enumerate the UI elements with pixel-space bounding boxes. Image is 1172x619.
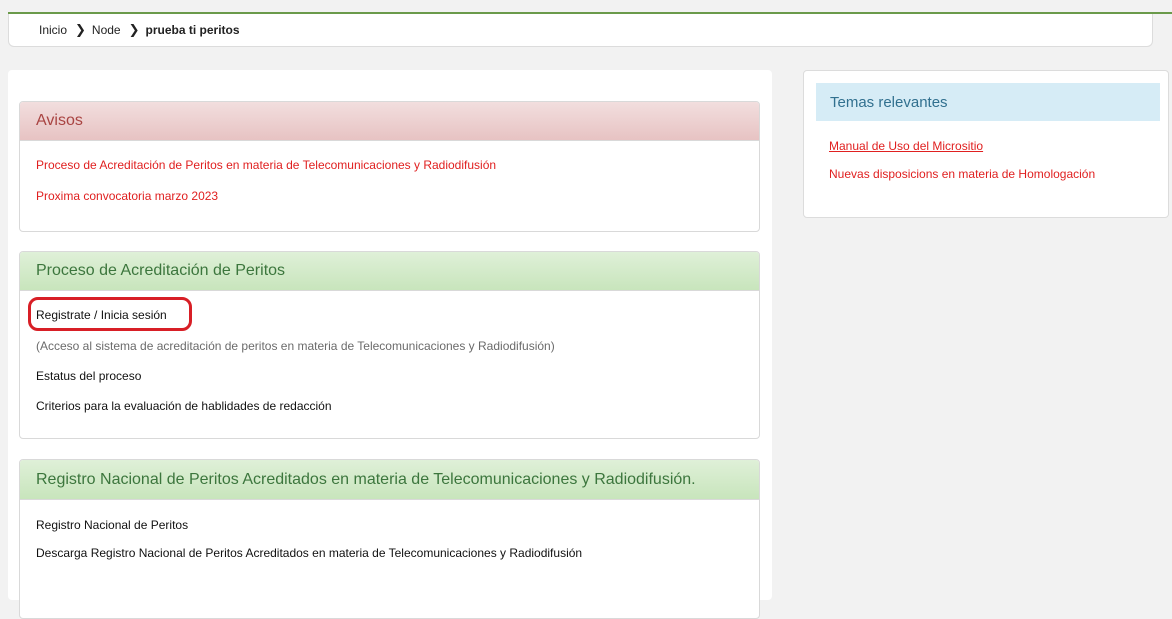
registro-link-nacional[interactable]: Registro Nacional de Peritos [36, 518, 188, 532]
top-bar [0, 0, 1172, 14]
registro-link-descarga[interactable]: Descarga Registro Nacional de Peritos Ac… [36, 546, 582, 560]
breadcrumb: Inicio ❯ Node ❯ prueba ti peritos [8, 14, 1153, 47]
registro-panel: Registro Nacional de Peritos Acreditados… [19, 459, 760, 619]
avisos-link-proceso[interactable]: Proceso de Acreditación de Peritos en ma… [36, 158, 496, 172]
main-content: Avisos Proceso de Acreditación de Perito… [8, 70, 772, 619]
status-link[interactable]: Estatus del proceso [36, 369, 141, 383]
criteria-link[interactable]: Criterios para la evaluación de hablidad… [36, 399, 332, 413]
proceso-panel: Proceso de Acreditación de Peritos Regis… [19, 251, 760, 439]
chevron-right-icon: ❯ [128, 22, 140, 37]
register-note: (Acceso al sistema de acreditación de pe… [36, 339, 555, 353]
chevron-right-icon: ❯ [75, 22, 86, 37]
temas-panel: Temas relevantes Manual de Uso del Micro… [803, 70, 1169, 218]
breadcrumb-current: prueba ti peritos [145, 23, 240, 37]
temas-title: Temas relevantes [816, 83, 1160, 121]
temas-link-homologacion[interactable]: Nuevas disposicions en materia de Homolo… [829, 167, 1095, 181]
avisos-link-convocatoria[interactable]: Proxima convocatoria marzo 2023 [36, 189, 218, 203]
breadcrumb-home[interactable]: Inicio [39, 23, 67, 37]
avisos-panel: Avisos Proceso de Acreditación de Perito… [19, 101, 760, 232]
proceso-title: Proceso de Acreditación de Peritos [20, 252, 759, 291]
avisos-title: Avisos [20, 102, 759, 141]
breadcrumb-node[interactable]: Node [92, 23, 121, 37]
temas-link-manual[interactable]: Manual de Uso del Micrositio [829, 139, 983, 153]
register-login-link[interactable]: Registrate / Inicia sesión [36, 308, 167, 322]
registro-title: Registro Nacional de Peritos Acreditados… [20, 460, 759, 500]
